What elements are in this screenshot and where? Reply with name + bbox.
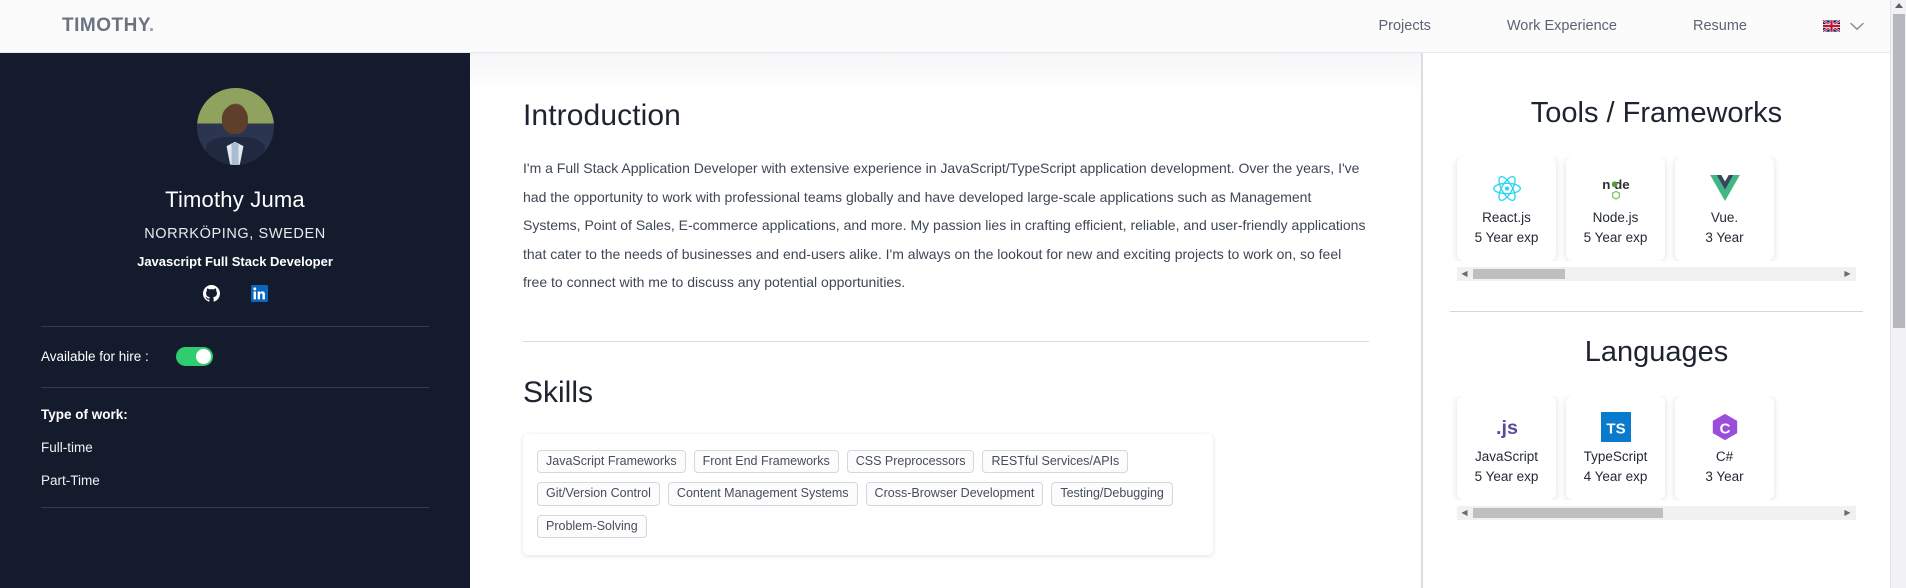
avatar-tie — [231, 143, 239, 165]
scroll-left-arrow[interactable]: ◀ — [1458, 509, 1471, 517]
skill-chip[interactable]: CSS Preprocessors — [846, 449, 975, 473]
language-experience: 3 Year — [1705, 469, 1744, 484]
skill-chip[interactable]: Git/Version Control — [537, 482, 660, 506]
tool-experience: 5 Year exp — [1583, 230, 1648, 245]
type-of-work-label: Type of work: — [41, 407, 128, 422]
profile-sidebar: Timothy Juma NORRKÖPING, SWEDEN Javascri… — [0, 53, 470, 588]
skill-chip[interactable]: Testing/Debugging — [1051, 482, 1173, 506]
work-type-part-time: Part-Time — [41, 473, 100, 488]
language-selector[interactable] — [1823, 20, 1864, 32]
skill-chip[interactable]: Content Management Systems — [667, 482, 858, 506]
avatar — [196, 88, 274, 165]
tool-card[interactable]: React.js 5 Year exp — [1457, 157, 1556, 261]
languages-card-row[interactable]: .js JavaScript 5 Year exp TS TypeScript … — [1423, 396, 1890, 500]
content-divider-1 — [523, 340, 1369, 342]
profile-role: Javascript Full Stack Developer — [137, 254, 333, 269]
github-icon[interactable] — [202, 285, 220, 302]
tools-scroll-thumb[interactable] — [1473, 269, 1565, 279]
scrollbar-up-arrow[interactable] — [1895, 3, 1903, 8]
site-brand-logo[interactable]: TIMOTHY. — [62, 15, 155, 37]
uk-flag-icon — [1823, 20, 1840, 32]
right-panel: Tools / Frameworks React.js 5 Year exp n… — [1423, 53, 1890, 588]
skill-chip[interactable]: JavaScript Frameworks — [537, 449, 686, 473]
tool-card[interactable]: n de Node.js 5 Year exp — [1566, 157, 1665, 261]
skill-chip[interactable]: Cross-Browser Development — [865, 482, 1044, 506]
skill-chip[interactable]: Problem-Solving — [537, 514, 647, 538]
avatar-container — [0, 88, 470, 165]
tool-card[interactable]: Vue. 3 Year — [1675, 157, 1774, 261]
react-logo-icon — [1492, 171, 1522, 205]
language-card[interactable]: C C# 3 Year — [1675, 396, 1774, 500]
avatar-head — [221, 104, 249, 135]
javascript-logo-icon: .js — [1489, 410, 1525, 444]
scroll-right-arrow[interactable]: ▶ — [1841, 509, 1854, 517]
skills-heading: Skills — [523, 375, 594, 409]
right-panel-divider — [1450, 311, 1863, 312]
language-experience: 4 Year exp — [1583, 469, 1648, 484]
svg-text:C: C — [1719, 421, 1730, 438]
main-content: Introduction I'm a Full Stack Applicatio… — [470, 53, 1422, 588]
language-card[interactable]: TS TypeScript 4 Year exp — [1566, 396, 1665, 500]
tool-name: Node.js — [1592, 210, 1639, 225]
nav-link-resume[interactable]: Resume — [1693, 18, 1747, 34]
tool-experience: 5 Year exp — [1474, 230, 1539, 245]
tools-frameworks-heading: Tools / Frameworks — [1530, 97, 1783, 129]
language-name: JavaScript — [1474, 449, 1539, 464]
language-card[interactable]: .js JavaScript 5 Year exp — [1457, 396, 1556, 500]
linkedin-icon[interactable] — [250, 285, 268, 302]
page-scrollbar-thumb[interactable] — [1893, 14, 1905, 328]
profile-name: Timothy Juma — [165, 187, 305, 212]
available-for-hire-toggle[interactable] — [175, 347, 213, 366]
language-name: TypeScript — [1583, 449, 1648, 464]
tools-card-row[interactable]: React.js 5 Year exp n de Node.js 5 Year … — [1423, 157, 1890, 261]
profile-location: NORRKÖPING, SWEDEN — [144, 226, 326, 242]
vue-logo-icon — [1709, 171, 1740, 205]
introduction-paragraph: I'm a Full Stack Application Developer w… — [523, 160, 1366, 290]
languages-scroll-thumb[interactable] — [1473, 508, 1663, 518]
svg-text:TS: TS — [1606, 421, 1625, 438]
sidebar-divider-2 — [41, 387, 429, 388]
chevron-down-icon — [1850, 22, 1864, 30]
skills-card: JavaScript Frameworks Front End Framewor… — [523, 433, 1213, 555]
brand-text: TIMOTHY — [62, 15, 149, 36]
tools-horizontal-scrollbar[interactable]: ◀ ▶ — [1457, 267, 1856, 281]
skill-chip[interactable]: RESTful Services/APIs — [982, 449, 1129, 473]
page-scrollbar[interactable] — [1890, 0, 1906, 588]
introduction-heading: Introduction — [523, 99, 681, 132]
tool-experience: 3 Year — [1705, 230, 1744, 245]
social-links — [0, 285, 470, 302]
language-experience: 5 Year exp — [1474, 469, 1539, 484]
nav-link-projects[interactable]: Projects — [1378, 18, 1430, 34]
available-for-hire-label: Available for hire : — [41, 349, 149, 364]
tool-name: Vue. — [1710, 210, 1739, 225]
nav-link-work-experience[interactable]: Work Experience — [1507, 18, 1617, 34]
scroll-left-arrow[interactable]: ◀ — [1458, 270, 1471, 278]
sidebar-divider-1 — [41, 326, 429, 327]
skill-chip[interactable]: Front End Frameworks — [693, 449, 839, 473]
brand-dot: . — [148, 15, 155, 36]
svg-text:.js: .js — [1496, 417, 1518, 439]
portfolio-page: TIMOTHY. Projects Work Experience Resume — [0, 0, 1906, 588]
top-navigation-bar: TIMOTHY. Projects Work Experience Resume — [0, 0, 1890, 53]
nodejs-logo-icon: n de — [1591, 171, 1641, 205]
typescript-logo-icon: TS — [1600, 410, 1631, 444]
sidebar-divider-3 — [41, 507, 429, 508]
work-type-full-time: Full-time — [41, 440, 93, 455]
nav-links-group: Projects Work Experience Resume — [1378, 0, 1890, 52]
csharp-logo-icon: C — [1710, 410, 1740, 444]
tool-name: React.js — [1482, 210, 1531, 225]
languages-horizontal-scrollbar[interactable]: ◀ ▶ — [1457, 506, 1856, 520]
scroll-right-arrow[interactable]: ▶ — [1841, 270, 1854, 278]
available-for-hire-row: Available for hire : — [41, 347, 470, 366]
language-name: C# — [1715, 449, 1734, 464]
languages-heading: Languages — [1584, 336, 1729, 368]
toggle-knob — [195, 349, 211, 364]
